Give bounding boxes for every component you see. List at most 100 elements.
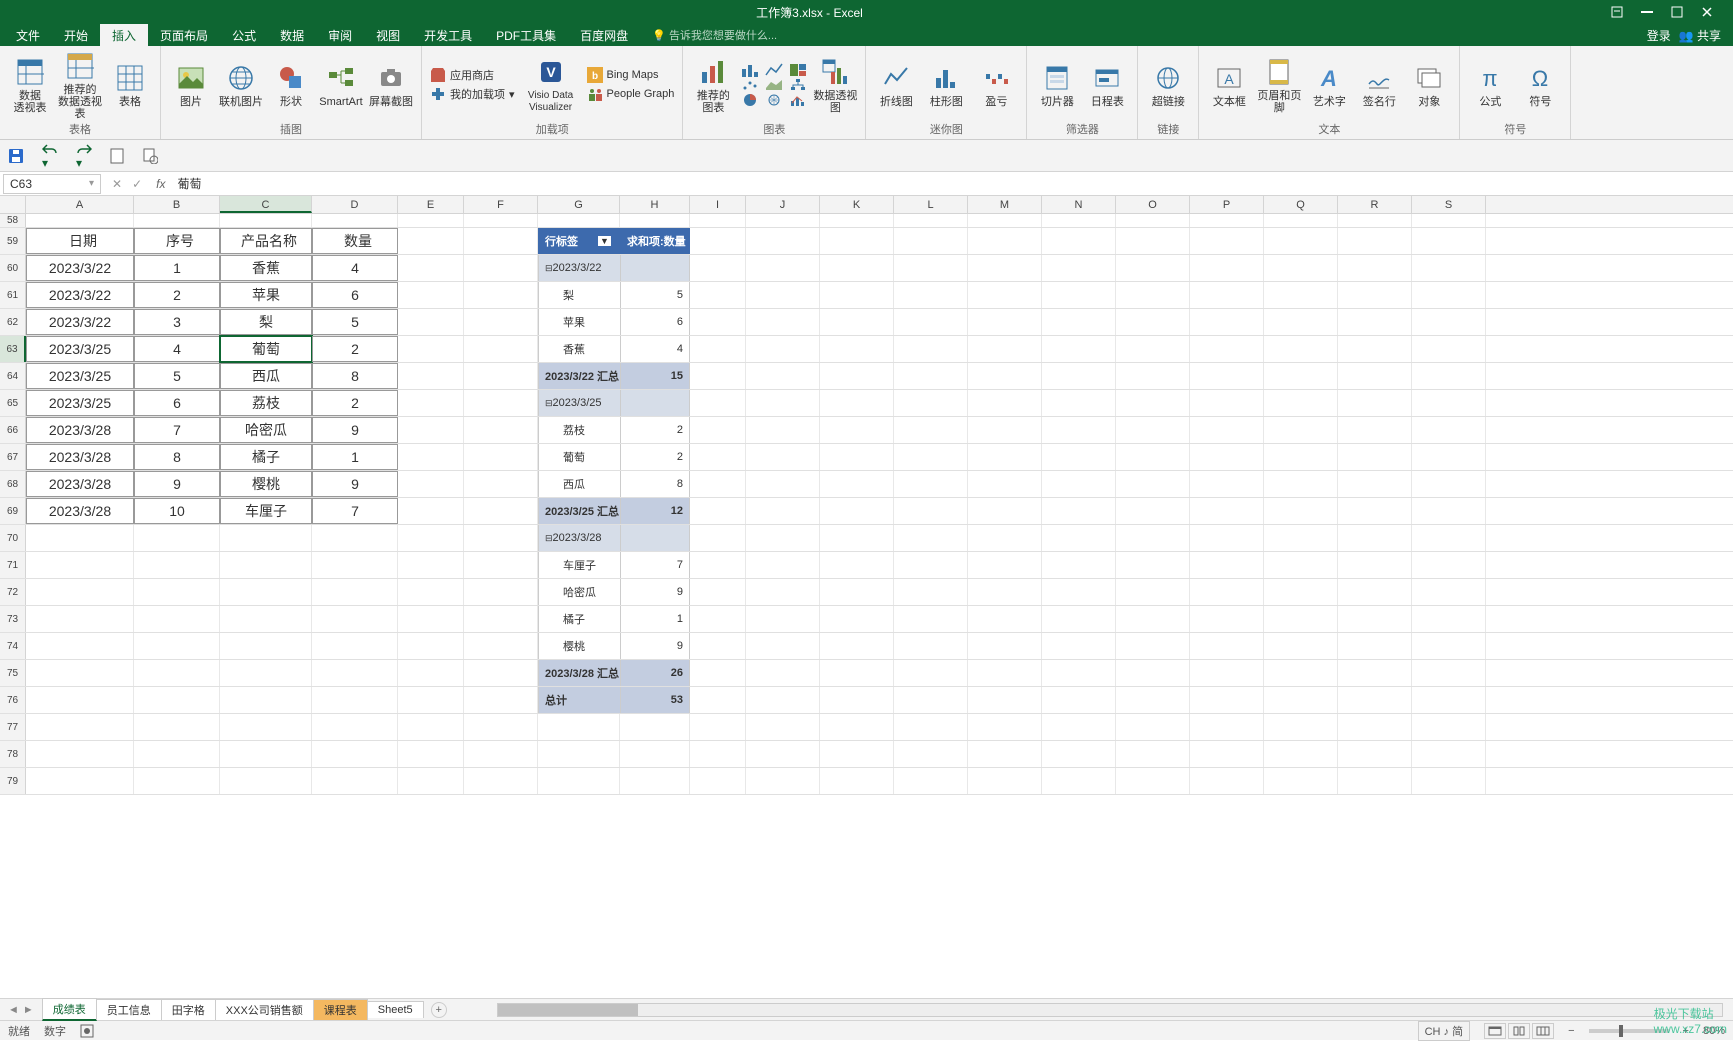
treemap-chart-icon[interactable]: [789, 63, 807, 77]
cell[interactable]: [464, 579, 538, 605]
worksheet-grid[interactable]: A B C D E F G H I J K L M N O P Q R S 58…: [0, 196, 1733, 998]
cell[interactable]: [820, 363, 894, 389]
cell[interactable]: [1412, 309, 1486, 335]
cell[interactable]: [690, 525, 746, 551]
cell[interactable]: [968, 579, 1042, 605]
cell[interactable]: [894, 552, 968, 578]
cell[interactable]: [1042, 606, 1116, 632]
online-picture-button[interactable]: 联机图片: [219, 62, 263, 108]
cell[interactable]: 序号: [134, 228, 220, 254]
cell[interactable]: [1412, 282, 1486, 308]
cell[interactable]: [312, 606, 398, 632]
cell[interactable]: [1338, 687, 1412, 713]
cell[interactable]: [1190, 444, 1264, 470]
cell[interactable]: 6: [134, 390, 220, 416]
cell[interactable]: 53: [620, 687, 690, 713]
cell[interactable]: [746, 444, 820, 470]
cell[interactable]: [690, 255, 746, 281]
sheet-tab-2[interactable]: 员工信息: [96, 999, 162, 1020]
cell[interactable]: [464, 525, 538, 551]
cell[interactable]: [26, 741, 134, 767]
cell[interactable]: [134, 687, 220, 713]
cell[interactable]: 2023/3/22 汇总: [538, 363, 620, 389]
add-sheet-button[interactable]: +: [431, 1002, 447, 1018]
visio-button[interactable]: VVisio Data Visualizer: [521, 56, 581, 114]
col-M[interactable]: M: [968, 196, 1042, 213]
cell[interactable]: ⊟ 2023/3/22: [538, 255, 620, 281]
cell[interactable]: [894, 714, 968, 740]
cell[interactable]: [1116, 390, 1190, 416]
cell[interactable]: [312, 687, 398, 713]
cell[interactable]: [26, 687, 134, 713]
cell[interactable]: 哈密瓜: [538, 579, 620, 605]
login-link[interactable]: 登录: [1647, 27, 1671, 44]
pivotchart-button[interactable]: 数据透视图: [813, 56, 857, 114]
cell[interactable]: 7: [312, 498, 398, 524]
tab-pdf[interactable]: PDF工具集: [484, 24, 568, 47]
cell[interactable]: [1116, 363, 1190, 389]
cell[interactable]: [1190, 390, 1264, 416]
col-L[interactable]: L: [894, 196, 968, 213]
cell[interactable]: [1264, 606, 1338, 632]
col-D[interactable]: D: [312, 196, 398, 213]
cell[interactable]: [398, 471, 464, 497]
cell[interactable]: [894, 471, 968, 497]
cell[interactable]: [1042, 498, 1116, 524]
cell[interactable]: [464, 606, 538, 632]
cell[interactable]: 2: [620, 417, 690, 443]
row-header[interactable]: 63: [0, 336, 26, 362]
tab-view[interactable]: 视图: [364, 24, 412, 47]
col-B[interactable]: B: [134, 196, 220, 213]
cell[interactable]: [464, 552, 538, 578]
col-I[interactable]: I: [690, 196, 746, 213]
cell[interactable]: [690, 498, 746, 524]
row-header[interactable]: 78: [0, 741, 26, 767]
cell[interactable]: [968, 714, 1042, 740]
cell[interactable]: 总计: [538, 687, 620, 713]
cell[interactable]: [1042, 525, 1116, 551]
cell[interactable]: 7: [620, 552, 690, 578]
cell[interactable]: 荔枝: [538, 417, 620, 443]
row-header[interactable]: 77: [0, 714, 26, 740]
cell[interactable]: [1412, 255, 1486, 281]
cell[interactable]: [1264, 660, 1338, 686]
sparkline-column-button[interactable]: 柱形图: [924, 62, 968, 108]
signatureline-button[interactable]: 签名行: [1357, 62, 1401, 108]
cell[interactable]: [690, 714, 746, 740]
cell[interactable]: [820, 741, 894, 767]
cell[interactable]: 26: [620, 660, 690, 686]
col-E[interactable]: E: [398, 196, 464, 213]
textbox-button[interactable]: A文本框: [1207, 62, 1251, 108]
cell[interactable]: [894, 579, 968, 605]
cell[interactable]: [690, 687, 746, 713]
cell[interactable]: [1190, 768, 1264, 794]
col-Q[interactable]: Q: [1264, 196, 1338, 213]
cell[interactable]: [1116, 282, 1190, 308]
cell[interactable]: [820, 417, 894, 443]
cell[interactable]: [134, 633, 220, 659]
cell[interactable]: [398, 606, 464, 632]
cell[interactable]: [620, 214, 690, 227]
cell[interactable]: [134, 552, 220, 578]
cell[interactable]: [1412, 525, 1486, 551]
cell[interactable]: [1264, 336, 1338, 362]
cell[interactable]: 5: [620, 282, 690, 308]
cell[interactable]: [1190, 687, 1264, 713]
row-header[interactable]: 65: [0, 390, 26, 416]
cell[interactable]: [1412, 579, 1486, 605]
cell[interactable]: [1190, 255, 1264, 281]
col-S[interactable]: S: [1412, 196, 1486, 213]
cell[interactable]: [464, 714, 538, 740]
cell[interactable]: 梨: [220, 309, 312, 335]
row-header[interactable]: 75: [0, 660, 26, 686]
cell[interactable]: [134, 214, 220, 227]
cell[interactable]: [968, 390, 1042, 416]
cell[interactable]: [1116, 309, 1190, 335]
cell[interactable]: [1264, 498, 1338, 524]
cell[interactable]: [820, 768, 894, 794]
cell[interactable]: [746, 228, 820, 254]
cell[interactable]: 8: [620, 471, 690, 497]
cell[interactable]: 车厘子: [220, 498, 312, 524]
cell[interactable]: [1042, 471, 1116, 497]
cell[interactable]: [26, 714, 134, 740]
